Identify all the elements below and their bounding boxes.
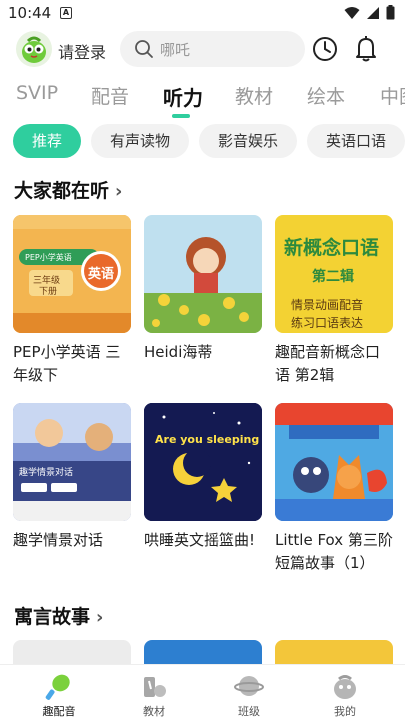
content-card[interactable]: Heidi海蒂 (144, 215, 262, 364)
tab-picture-book[interactable]: 绘本 (307, 82, 345, 109)
content-card[interactable]: 新概念口语 第二辑 情景动画配音 练习口语表达 趣配音新概念口语 第2辑 (275, 215, 393, 387)
cover-label: 下册 (39, 287, 58, 297)
wifi-icon (344, 6, 360, 19)
content-card[interactable]: Are you sleeping 哄睡英文摇篮曲! (144, 403, 262, 552)
chevron-right-icon: › (115, 181, 123, 202)
chip-recommended[interactable]: 推荐 (13, 124, 81, 158)
cover-label: 情景动画配音 (291, 298, 364, 312)
cover-heidi (144, 215, 262, 333)
status-time: 10:44 (8, 4, 52, 22)
chip-audiobooks[interactable]: 有声读物 (91, 124, 189, 158)
nav-textbook[interactable]: 教材 (124, 671, 184, 719)
nav-profile[interactable]: 我的 (315, 671, 375, 719)
cover-label: 趣学情景对话 (19, 468, 74, 478)
cover-little-fox (275, 403, 393, 521)
tab-listening[interactable]: 听力 (163, 82, 203, 111)
section-title-fables[interactable]: 寓言故事 › (14, 602, 103, 629)
chip-entertainment[interactable]: 影音娱乐 (199, 124, 297, 158)
cover-label: 练习口语表达 (291, 316, 364, 330)
filter-chips: 推荐 有声读物 影音娱乐 英语口语 (0, 124, 405, 158)
section-title-popular[interactable]: 大家都在听 › (14, 176, 122, 203)
tab-svip[interactable]: SVIP (16, 82, 58, 104)
tab-textbook[interactable]: 教材 (235, 82, 273, 109)
chevron-right-icon: › (96, 607, 104, 628)
card-title: Little Fox 第三阶短篇故事（1） (275, 531, 393, 572)
top-header: 请登录 哪吒 (0, 28, 405, 72)
mascot-icon (22, 36, 46, 63)
nav-dubbing[interactable]: 趣配音 (29, 671, 89, 719)
sim-icon: A (60, 7, 72, 19)
login-link[interactable]: 请登录 (58, 39, 106, 63)
search-placeholder: 哪吒 (160, 41, 191, 59)
chip-spoken-english[interactable]: 英语口语 (307, 124, 405, 158)
card-title: 趣学情景对话 (13, 531, 104, 549)
category-tabs: SVIP 配音 听力 教材 绘本 中图 (0, 80, 405, 116)
status-bar: 10:44 A (0, 0, 405, 28)
nav-label: 趣配音 (42, 705, 76, 718)
battery-icon (386, 5, 395, 20)
cover-label: 英语 (88, 267, 115, 282)
active-tab-indicator (172, 114, 190, 118)
avatar[interactable] (16, 31, 52, 67)
profile-icon (334, 675, 356, 699)
cover-situational-dialogue: 趣学情景对话 (13, 403, 131, 521)
signal-icon (367, 6, 379, 19)
cover-label: PEP小学英语 (25, 253, 72, 262)
content-card[interactable]: Little Fox 第三阶短篇故事（1） (275, 403, 393, 575)
microphone-icon (45, 674, 70, 700)
notification-bell-icon[interactable] (354, 35, 378, 63)
history-clock-icon[interactable] (312, 36, 338, 62)
card-title: Heidi海蒂 (144, 343, 213, 361)
tab-chinese-graded[interactable]: 中图 (380, 82, 405, 109)
cover-lullaby: Are you sleeping (144, 403, 262, 521)
card-title: 哄睡英文摇篮曲! (144, 531, 256, 549)
nav-label: 我的 (334, 705, 356, 718)
nav-label: 班级 (238, 705, 260, 718)
nav-label: 教材 (143, 705, 165, 718)
books-icon (144, 677, 166, 697)
search-input[interactable]: 哪吒 (120, 31, 305, 67)
card-title: PEP小学英语 三年级下 (13, 343, 121, 384)
planet-icon (234, 676, 264, 696)
cover-label: 第二辑 (312, 269, 354, 285)
card-title: 趣配音新概念口语 第2辑 (275, 343, 381, 384)
cover-label: Are you sleeping (155, 433, 260, 446)
cover-new-concept-oral: 新概念口语 第二辑 情景动画配音 练习口语表达 (275, 215, 393, 333)
search-icon (135, 40, 153, 58)
cover-pep-english: PEP小学英语 三年级 下册 英语 (13, 215, 131, 333)
cover-label: 新概念口语 (284, 237, 380, 259)
tab-dubbing[interactable]: 配音 (91, 82, 129, 109)
bottom-navigation: 趣配音 教材 班级 我的 (0, 664, 405, 721)
content-card[interactable]: PEP小学英语 三年级 下册 英语 PEP小学英语 三年级下 (13, 215, 131, 387)
content-card[interactable]: 趣学情景对话 趣学情景对话 (13, 403, 131, 552)
nav-class[interactable]: 班级 (219, 671, 279, 719)
